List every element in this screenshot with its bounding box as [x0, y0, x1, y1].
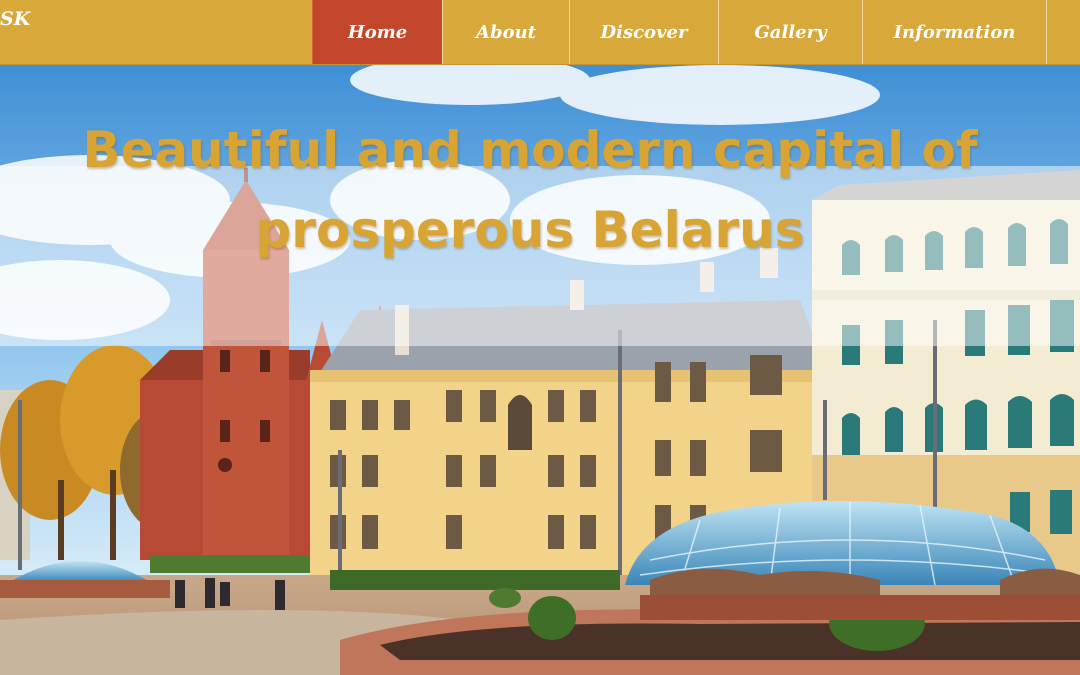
- nav-item-about[interactable]: About: [442, 0, 569, 64]
- nav-divider: [1046, 0, 1080, 64]
- nav-item-information[interactable]: Information: [862, 0, 1046, 64]
- nav-item-gallery[interactable]: Gallery: [718, 0, 862, 64]
- main-nav: Home About Discover Gallery Information: [312, 0, 1046, 64]
- nav-item-home[interactable]: Home: [312, 0, 442, 64]
- hero-headline: Beautiful and modern capital of prospero…: [82, 121, 978, 259]
- site-logo[interactable]: SK: [0, 8, 30, 30]
- nav-item-discover[interactable]: Discover: [569, 0, 718, 64]
- top-nav-bar: SK Home About Discover Gallery Informati…: [0, 0, 1080, 65]
